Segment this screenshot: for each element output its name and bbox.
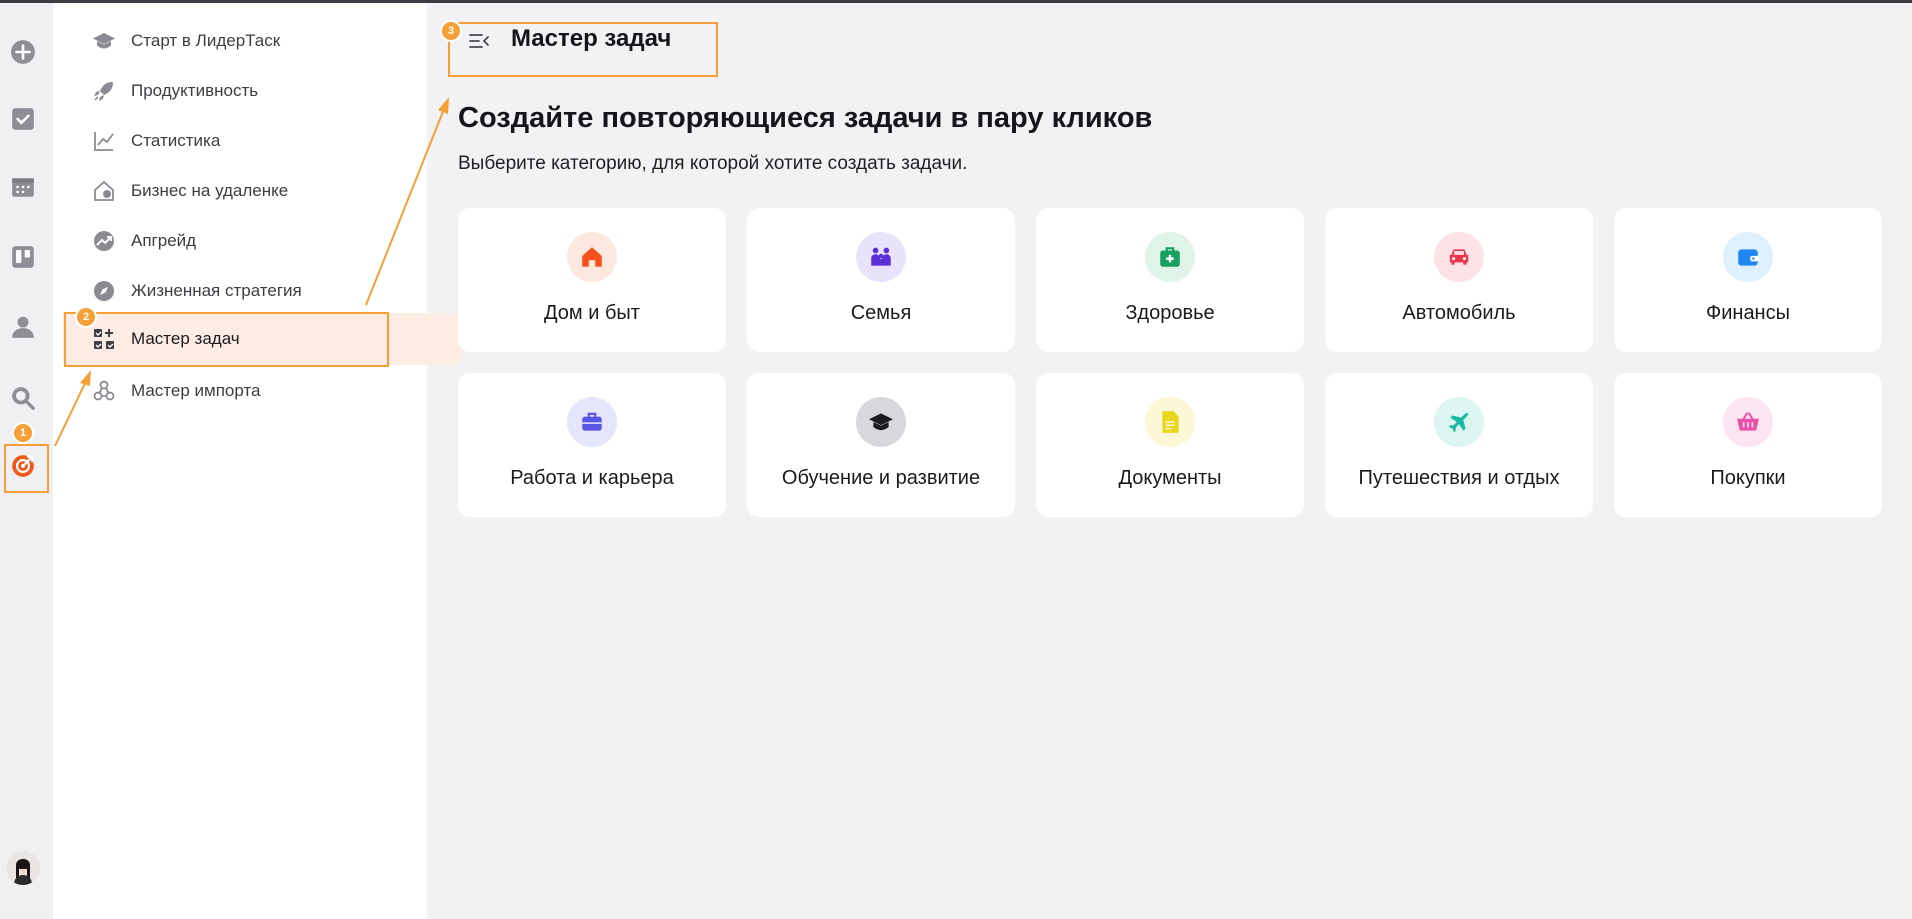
sidebar-item-life-strategy[interactable]: Жизненная стратегия (91, 273, 411, 309)
family-icon (856, 232, 906, 282)
annotation-badge-3: 3 (440, 20, 462, 42)
annotation-box-2 (64, 312, 389, 367)
category-card-car[interactable]: Автомобиль (1325, 208, 1593, 352)
sidebar-item-start[interactable]: Старт в ЛидерТаск (91, 23, 411, 59)
home-remote-icon (91, 178, 117, 204)
graduation-cap-icon (91, 28, 117, 54)
tasks-check-icon[interactable] (9, 105, 37, 133)
sidebar: Старт в ЛидерТаск Продуктивность Статист… (53, 3, 463, 919)
category-label: Дом и быт (544, 302, 640, 324)
category-card-education[interactable]: Обучение и развитие (747, 373, 1015, 517)
sidebar-item-remote-business[interactable]: Бизнес на удаленке (91, 173, 411, 209)
document-icon (1145, 397, 1195, 447)
category-card-documents[interactable]: Документы (1036, 373, 1304, 517)
briefcase-icon (567, 397, 617, 447)
category-card-family[interactable]: Семья (747, 208, 1015, 352)
category-card-home[interactable]: Дом и быт (458, 208, 726, 352)
compass-icon (91, 278, 117, 304)
graduation-cap-icon (856, 397, 906, 447)
category-card-health[interactable]: Здоровье (1036, 208, 1304, 352)
house-icon (567, 232, 617, 282)
annotation-box-1 (4, 444, 49, 493)
sidebar-item-label: Жизненная стратегия (131, 281, 302, 300)
sidebar-item-statistics[interactable]: Статистика (91, 123, 411, 159)
calendar-icon[interactable] (9, 173, 37, 201)
sidebar-item-label: Старт в ЛидерТаск (131, 31, 281, 50)
board-icon[interactable] (9, 243, 37, 271)
category-card-travel[interactable]: Путешествия и отдых (1325, 373, 1593, 517)
sidebar-item-label: Апгрейд (131, 231, 197, 250)
add-icon[interactable] (9, 38, 37, 66)
category-label: Финансы (1706, 302, 1790, 324)
upgrade-icon (91, 228, 117, 254)
search-icon[interactable] (9, 384, 37, 412)
car-icon (1434, 232, 1484, 282)
import-icon (91, 378, 117, 404)
annotation-badge-1: 1 (12, 422, 34, 444)
sidebar-item-productivity[interactable]: Продуктивность (91, 73, 411, 109)
sidebar-item-label: Статистика (131, 131, 221, 150)
basket-icon (1723, 397, 1773, 447)
wallet-icon (1723, 232, 1773, 282)
sidebar-item-upgrade[interactable]: Апгрейд (91, 223, 411, 259)
category-label: Семья (850, 302, 912, 324)
rocket-icon (91, 78, 117, 104)
category-label: Покупки (1710, 467, 1786, 489)
sidebar-item-label: Продуктивность (131, 81, 259, 100)
sidebar-item-label: Бизнес на удаленке (131, 181, 289, 200)
category-label: Обучение и развитие (781, 467, 981, 489)
chart-line-icon (91, 128, 117, 154)
subtitle: Выберите категорию, для которой хотите с… (458, 153, 968, 174)
avatar[interactable] (6, 851, 40, 885)
category-card-finance[interactable]: Финансы (1614, 208, 1882, 352)
category-label: Работа и карьера (510, 467, 674, 489)
category-label: Путешествия и отдых (1358, 467, 1560, 489)
category-label: Автомобиль (1402, 302, 1516, 324)
category-label: Здоровье (1125, 302, 1215, 324)
category-card-shopping[interactable]: Покупки (1614, 373, 1882, 517)
annotation-box-3 (448, 22, 718, 77)
airplane-icon (1434, 397, 1484, 447)
headline: Создайте повторяющиеся задачи в пару кли… (458, 102, 1153, 134)
category-label: Документы (1118, 467, 1222, 489)
user-icon[interactable] (9, 313, 37, 341)
main-content: Мастер задач Создайте повторяющиеся зада… (427, 3, 1912, 919)
category-card-work[interactable]: Работа и карьера (458, 373, 726, 517)
sidebar-item-label: Мастер импорта (131, 381, 261, 400)
sidebar-item-import-wizard[interactable]: Мастер импорта (91, 373, 411, 409)
medkit-icon (1145, 232, 1195, 282)
annotation-badge-2: 2 (75, 306, 97, 328)
